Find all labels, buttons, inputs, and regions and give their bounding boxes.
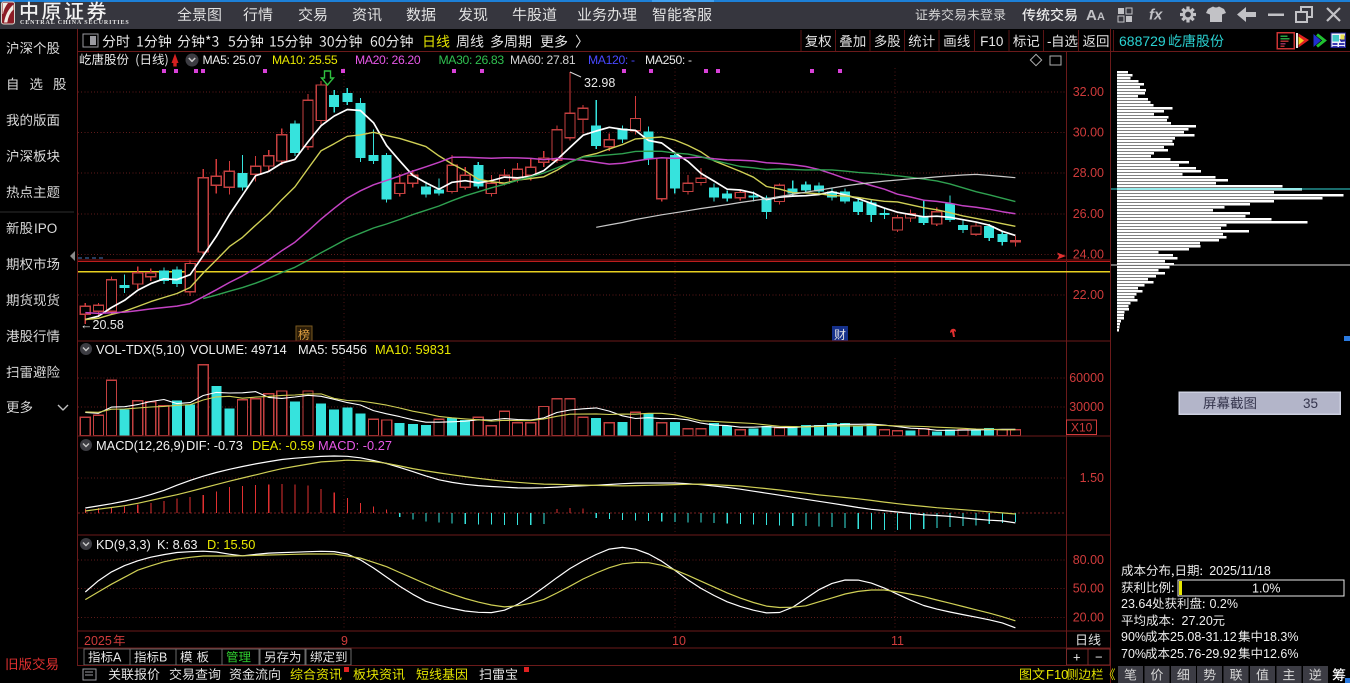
svg-text:2025/11/18: 2025/11/18 bbox=[1209, 564, 1271, 578]
svg-text:A: A bbox=[1097, 11, 1105, 23]
svg-text:32.00: 32.00 bbox=[1073, 85, 1104, 99]
svg-text:50.00: 50.00 bbox=[1073, 582, 1104, 596]
svg-text:IPO: IPO bbox=[34, 221, 57, 236]
svg-text:23.64: 23.64 bbox=[1121, 597, 1152, 611]
svg-text:D: 15.50: D: 15.50 bbox=[207, 537, 255, 552]
svg-text:VOLUME: 49714: VOLUME: 49714 bbox=[190, 342, 287, 357]
svg-text:1.50: 1.50 bbox=[1080, 471, 1104, 485]
svg-text:MA250: -: MA250: - bbox=[645, 53, 692, 67]
svg-text:90%: 90% bbox=[1121, 630, 1146, 644]
svg-text:fx: fx bbox=[1149, 7, 1163, 24]
svg-text:25.76-29.92: 25.76-29.92 bbox=[1170, 647, 1237, 661]
svg-text:+: + bbox=[1073, 650, 1081, 665]
svg-text:25.08-31.12: 25.08-31.12 bbox=[1170, 630, 1237, 644]
svg-text:32.98: 32.98 bbox=[584, 76, 615, 90]
svg-text:0.2%: 0.2% bbox=[1210, 597, 1239, 611]
svg-text:MA10: 59831: MA10: 59831 bbox=[375, 342, 451, 357]
svg-text:−: − bbox=[1095, 650, 1103, 665]
svg-text:12.6%: 12.6% bbox=[1263, 647, 1298, 661]
svg-text:10: 10 bbox=[672, 634, 686, 648]
svg-text:80.00: 80.00 bbox=[1073, 553, 1104, 567]
svg-text:MA30: 26.83: MA30: 26.83 bbox=[439, 53, 505, 67]
svg-text:A: A bbox=[113, 651, 122, 665]
svg-text:70%: 70% bbox=[1121, 647, 1146, 661]
svg-text:27.20: 27.20 bbox=[1182, 614, 1213, 628]
svg-text:VOL-TDX(5,10): VOL-TDX(5,10) bbox=[96, 342, 185, 357]
svg-text:MACD: -0.27: MACD: -0.27 bbox=[318, 438, 392, 453]
svg-text:MA5: 55456: MA5: 55456 bbox=[298, 342, 367, 357]
svg-text:DIF: -0.73: DIF: -0.73 bbox=[186, 438, 243, 453]
svg-text:-: - bbox=[1047, 34, 1052, 49]
svg-text:DEA: -0.59: DEA: -0.59 bbox=[252, 438, 315, 453]
svg-text:26.00: 26.00 bbox=[1073, 207, 1104, 221]
svg-text:MA5: 25.07: MA5: 25.07 bbox=[203, 53, 262, 67]
svg-text:←20.58: ←20.58 bbox=[80, 318, 124, 332]
svg-text:B: B bbox=[159, 651, 167, 665]
svg-text:1.0%: 1.0% bbox=[1252, 582, 1281, 596]
svg-text:CENTRAL CHINA SECURITIES: CENTRAL CHINA SECURITIES bbox=[20, 20, 130, 26]
svg-text:K: 8.63: K: 8.63 bbox=[157, 537, 198, 552]
svg-text:22.00: 22.00 bbox=[1073, 288, 1104, 302]
svg-text:A: A bbox=[1086, 7, 1097, 24]
svg-text:18.3%: 18.3% bbox=[1263, 630, 1298, 644]
svg-text:28.00: 28.00 bbox=[1073, 166, 1104, 180]
svg-text:F10: F10 bbox=[1046, 667, 1068, 682]
svg-text:688729: 688729 bbox=[1119, 33, 1166, 49]
svg-text:20.00: 20.00 bbox=[1073, 610, 1104, 624]
svg-text:MA60: 27.81: MA60: 27.81 bbox=[510, 53, 576, 67]
svg-text:11: 11 bbox=[891, 634, 904, 648]
svg-text:MA10: 25.55: MA10: 25.55 bbox=[272, 53, 338, 67]
svg-text:30000: 30000 bbox=[1069, 400, 1104, 414]
svg-text:9: 9 bbox=[341, 634, 348, 648]
svg-text:F10: F10 bbox=[980, 34, 1003, 49]
svg-text:MACD(12,26,9): MACD(12,26,9) bbox=[96, 438, 185, 453]
svg-text:24.00: 24.00 bbox=[1073, 247, 1104, 261]
svg-text:60000: 60000 bbox=[1069, 371, 1104, 385]
svg-text:MA20: 26.20: MA20: 26.20 bbox=[355, 53, 421, 67]
svg-text:MA120: -: MA120: - bbox=[588, 53, 635, 67]
svg-text:KD(9,3,3): KD(9,3,3) bbox=[96, 537, 151, 552]
svg-text:30.00: 30.00 bbox=[1073, 126, 1104, 140]
svg-text:35: 35 bbox=[1303, 396, 1318, 411]
svg-text:X10: X10 bbox=[1071, 421, 1093, 435]
svg-text:2025: 2025 bbox=[84, 634, 112, 648]
